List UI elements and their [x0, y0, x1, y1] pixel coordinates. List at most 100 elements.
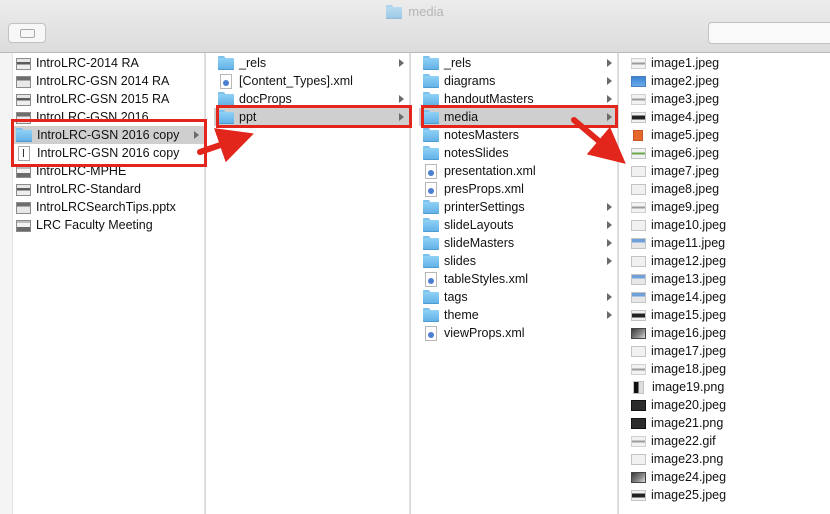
- folder-icon: [423, 200, 439, 214]
- column-3-item[interactable]: image2.jpeg: [631, 72, 830, 90]
- item-label: image19.png: [652, 380, 725, 394]
- column-2-item[interactable]: tags: [423, 288, 617, 306]
- item-label: image16.jpeg: [651, 326, 727, 340]
- item-label: tags: [444, 290, 468, 304]
- image-thumbnail-icon: [631, 274, 646, 285]
- column-3-item[interactable]: image6.jpeg: [631, 144, 830, 162]
- image-thumbnail-icon: [631, 454, 646, 465]
- item-label: image21.png: [651, 416, 724, 430]
- column-2-item[interactable]: notesMasters: [423, 126, 617, 144]
- pptx-thumbnail-icon: [16, 183, 31, 196]
- column-3-item[interactable]: image22.gif: [631, 432, 830, 450]
- pptx-thumbnail-icon: [16, 111, 31, 124]
- column-0-item[interactable]: IntroLRC-Standard: [16, 180, 204, 198]
- column-2-item[interactable]: media: [419, 108, 617, 126]
- folder-icon: [218, 92, 234, 106]
- column-3-item[interactable]: image12.jpeg: [631, 252, 830, 270]
- item-label: IntroLRC-GSN 2014 RA: [36, 74, 170, 88]
- column-0-item[interactable]: IntroLRC-2014 RA: [16, 54, 204, 72]
- item-label: printerSettings: [444, 200, 525, 214]
- column-3-item[interactable]: image4.jpeg: [631, 108, 830, 126]
- chevron-right-icon: [607, 95, 612, 103]
- column-3-item[interactable]: image20.jpeg: [631, 396, 830, 414]
- column-3-item[interactable]: image13.jpeg: [631, 270, 830, 288]
- column-1-item[interactable]: docProps: [218, 90, 409, 108]
- xml-file-icon: [425, 271, 437, 287]
- column-2-item[interactable]: presProps.xml: [423, 180, 617, 198]
- column-2[interactable]: _rels diagrams handoutMasters media notesMas…: [410, 53, 618, 514]
- column-3-item[interactable]: image1.jpeg: [631, 54, 830, 72]
- column-2-item[interactable]: diagrams: [423, 72, 617, 90]
- column-3-item[interactable]: image10.jpeg: [631, 216, 830, 234]
- column-3-item[interactable]: image16.jpeg: [631, 324, 830, 342]
- column-2-item[interactable]: slideLayouts: [423, 216, 617, 234]
- column-2-item[interactable]: _rels: [423, 54, 617, 72]
- image-thumbnail-icon: [631, 238, 646, 249]
- column-0-item[interactable]: IntroLRC-GSN 2016 copy: [16, 144, 204, 162]
- image-thumbnail-icon: [633, 130, 643, 141]
- item-label: ppt: [239, 110, 257, 124]
- column-3-item[interactable]: image8.jpeg: [631, 180, 830, 198]
- folder-icon: [423, 218, 439, 232]
- chevron-right-icon: [399, 95, 404, 103]
- column-2-item[interactable]: viewProps.xml: [423, 324, 617, 342]
- column-3-item[interactable]: image17.jpeg: [631, 342, 830, 360]
- column-3-item[interactable]: image5.jpeg: [631, 126, 830, 144]
- column-3-item[interactable]: image18.jpeg: [631, 360, 830, 378]
- column-2-item[interactable]: presentation.xml: [423, 162, 617, 180]
- column-0-item[interactable]: IntroLRC-MPHE: [16, 162, 204, 180]
- chevron-right-icon: [607, 131, 612, 139]
- back-arrow-icon: [19, 28, 35, 38]
- column-0[interactable]: IntroLRC-2014 RA IntroLRC-GSN 2014 RA Intr…: [0, 53, 205, 514]
- column-3-item[interactable]: image11.jpeg: [631, 234, 830, 252]
- item-label: image13.jpeg: [651, 272, 727, 286]
- column-0-item[interactable]: IntroLRC-GSN 2016 copy: [12, 126, 204, 144]
- folder-icon: [218, 56, 234, 70]
- chevron-right-icon: [399, 59, 404, 67]
- column-3-item[interactable]: image24.jpeg: [631, 468, 830, 486]
- column-2-item[interactable]: printerSettings: [423, 198, 617, 216]
- column-0-item[interactable]: LRC Faculty Meeting: [16, 216, 204, 234]
- column-1-item[interactable]: ppt: [214, 108, 409, 126]
- pptx-thumbnail-icon: [16, 201, 31, 214]
- column-3-item[interactable]: image25.jpeg: [631, 486, 830, 504]
- item-label: _rels: [444, 56, 472, 70]
- item-label: LRC Faculty Meeting: [36, 218, 153, 232]
- back-button[interactable]: [8, 23, 46, 43]
- column-3[interactable]: image1.jpeg image2.jpeg image3.jpeg image4.…: [618, 53, 830, 514]
- image-thumbnail-icon: [631, 292, 646, 303]
- column-0-item[interactable]: IntroLRCSearchTips.pptx: [16, 198, 204, 216]
- column-3-item[interactable]: image21.png: [631, 414, 830, 432]
- image-thumbnail-icon: [631, 112, 646, 123]
- column-3-item[interactable]: image7.jpeg: [631, 162, 830, 180]
- finder-toolbar: media: [0, 0, 830, 53]
- column-2-item[interactable]: tableStyles.xml: [423, 270, 617, 288]
- column-3-item[interactable]: image9.jpeg: [631, 198, 830, 216]
- column-1-item[interactable]: [Content_Types].xml: [218, 72, 409, 90]
- column-0-item[interactable]: IntroLRC-GSN 2015 RA: [16, 90, 204, 108]
- column-1[interactable]: _rels [Content_Types].xml docProps ppt: [205, 53, 410, 514]
- image-thumbnail-icon: [631, 148, 646, 159]
- folder-icon: [423, 290, 439, 304]
- item-label: image4.jpeg: [651, 110, 720, 124]
- column-2-item[interactable]: handoutMasters: [423, 90, 617, 108]
- folder-icon: [423, 110, 439, 124]
- column-1-item[interactable]: _rels: [218, 54, 409, 72]
- folder-icon: [423, 56, 439, 70]
- column-0-item[interactable]: IntroLRC-GSN 2016: [16, 108, 204, 126]
- item-label: [Content_Types].xml: [239, 74, 353, 88]
- column-2-item[interactable]: slides: [423, 252, 617, 270]
- column-3-item[interactable]: image3.jpeg: [631, 90, 830, 108]
- search-input[interactable]: [708, 22, 830, 44]
- xml-file-icon: [425, 181, 437, 197]
- column-3-item[interactable]: image19.png: [631, 378, 830, 396]
- item-label: IntroLRC-Standard: [36, 182, 141, 196]
- column-3-item[interactable]: image14.jpeg: [631, 288, 830, 306]
- column-2-item[interactable]: slideMasters: [423, 234, 617, 252]
- column-2-item[interactable]: theme: [423, 306, 617, 324]
- document-icon: [18, 145, 30, 161]
- column-3-item[interactable]: image23.png: [631, 450, 830, 468]
- column-3-item[interactable]: image15.jpeg: [631, 306, 830, 324]
- column-0-item[interactable]: IntroLRC-GSN 2014 RA: [16, 72, 204, 90]
- column-2-item[interactable]: notesSlides: [423, 144, 617, 162]
